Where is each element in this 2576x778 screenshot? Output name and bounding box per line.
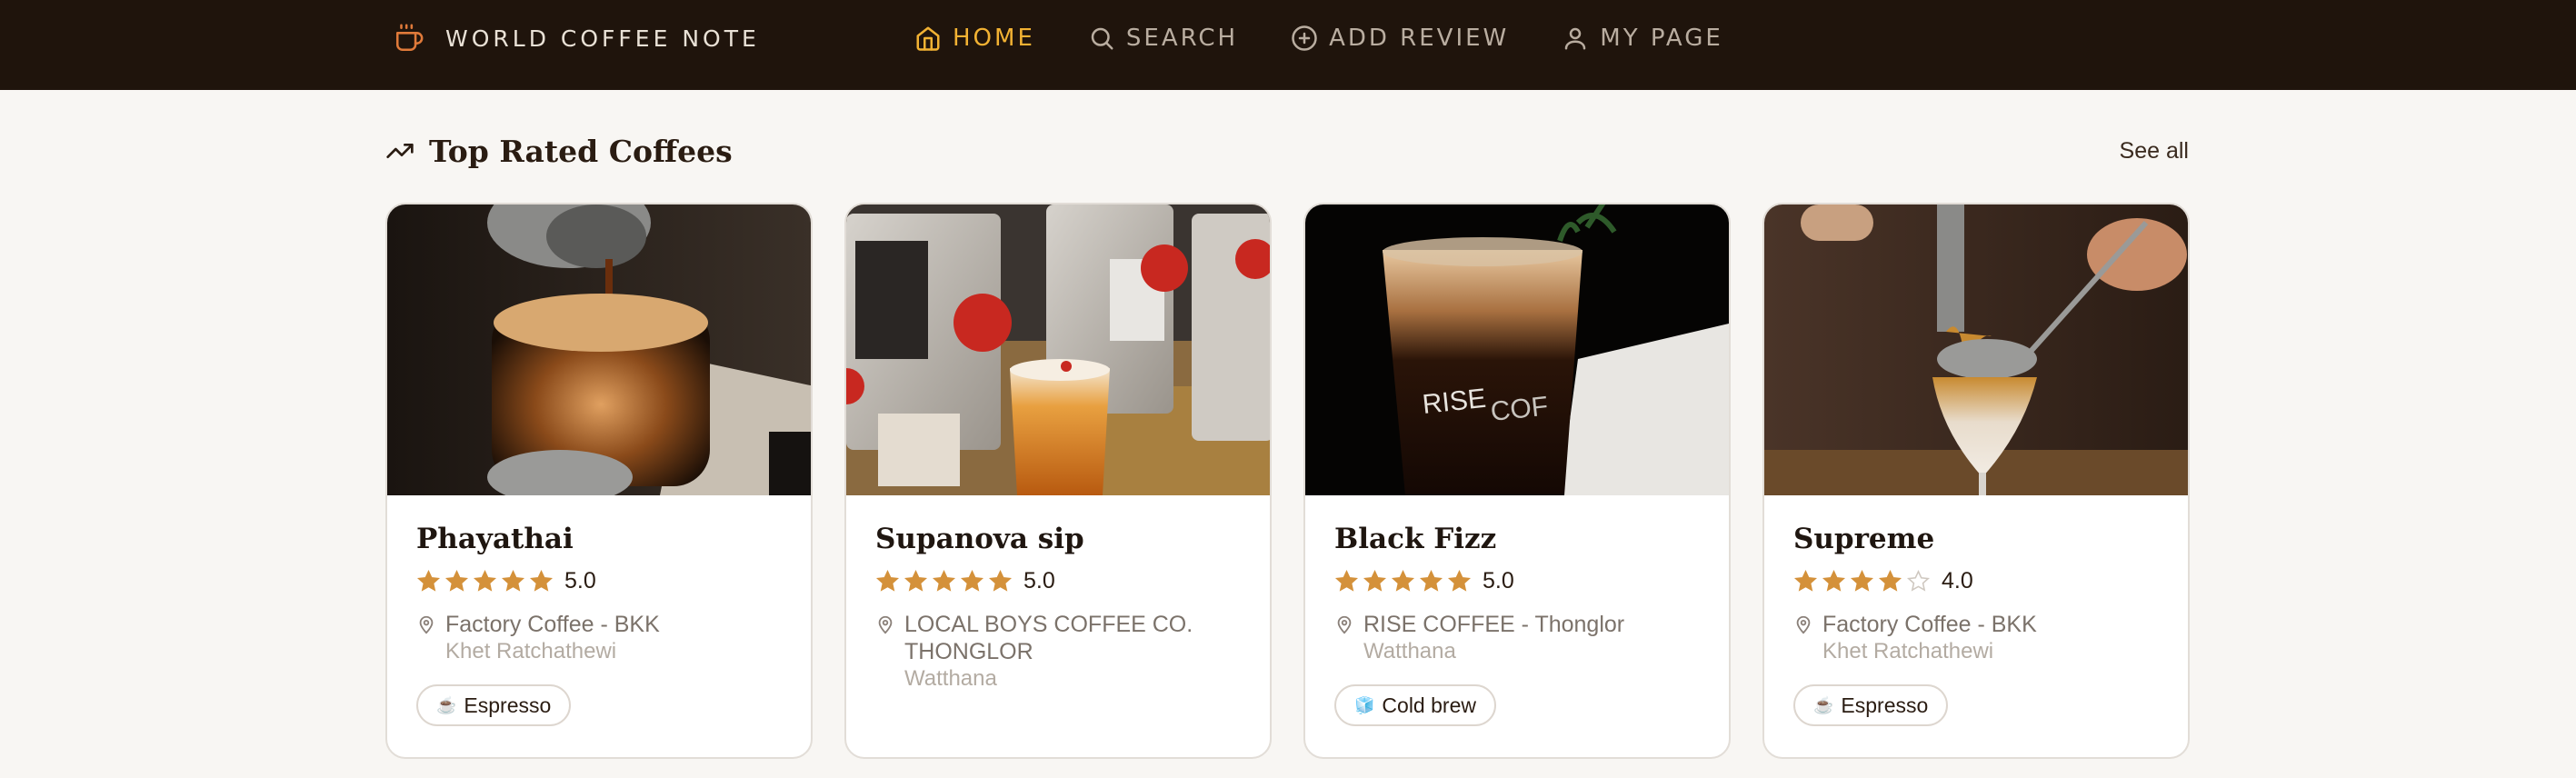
- plus-circle-icon: [1292, 25, 1317, 51]
- nav-search-label: SEARCH: [1125, 25, 1239, 52]
- brew-tag[interactable]: 🧊 Cold brew: [1334, 684, 1496, 726]
- cafe-name: Factory Coffee - BKK: [1822, 612, 2037, 637]
- coffee-photo: [1764, 204, 2188, 495]
- star-filled-icon: [1334, 569, 1359, 592]
- search-icon: [1091, 27, 1113, 50]
- coffee-card[interactable]: Supreme 4.0 Factory Coffee - BKK Khet Ra…: [1762, 203, 2190, 759]
- brew-tag[interactable]: ☕ Espresso: [416, 684, 572, 726]
- brand[interactable]: WORLD COFFEE NOTE: [393, 20, 760, 56]
- coffee-tag-icon: ☕: [436, 695, 457, 714]
- brew-tag-label: Espresso: [464, 693, 552, 717]
- star-filled-icon: [960, 569, 984, 592]
- star-empty-icon: [1906, 569, 1931, 592]
- map-pin-icon: [878, 615, 893, 634]
- user-icon: [1565, 27, 1586, 50]
- trending-up-icon: [386, 144, 414, 158]
- cafe-area: Watthana: [1363, 639, 1456, 663]
- coffee-card[interactable]: RISE COF Black Fizz 5.0 RISE COFFEE - Th…: [1303, 203, 1731, 759]
- brew-tag-label: Cold brew: [1382, 693, 1476, 717]
- location: LOCAL BOYS COFFEE CO. THONGLOR Watthana: [875, 611, 1241, 693]
- cafe-name: LOCAL BOYS COFFEE CO. THONGLOR: [904, 612, 1193, 664]
- nav-my-page[interactable]: MY PAGE: [1562, 25, 1723, 52]
- nav-home[interactable]: HOME: [914, 25, 1035, 52]
- coffee-name: Black Fizz: [1334, 523, 1497, 555]
- coffee-photo: RISE COF: [1305, 204, 1729, 495]
- star-filled-icon: [1793, 569, 1818, 592]
- coffee-photo: [846, 204, 1270, 495]
- map-pin-icon: [419, 615, 434, 634]
- star-filled-icon: [988, 569, 1013, 592]
- nav-add-review-label: ADD REVIEW: [1329, 25, 1510, 52]
- star-filled-icon: [1850, 569, 1874, 592]
- nav-add-review[interactable]: ADD REVIEW: [1291, 25, 1509, 52]
- cafe-name: Factory Coffee - BKK: [445, 612, 660, 637]
- star-filled-icon: [529, 569, 554, 592]
- cafe-area: Khet Ratchathewi: [1822, 639, 1994, 663]
- location: Factory Coffee - BKK Khet Ratchathewi: [1793, 611, 2159, 665]
- rating-value: 5.0: [564, 568, 596, 593]
- nav-home-label: HOME: [953, 25, 1035, 52]
- coffee-cup-icon: [393, 22, 425, 55]
- star-rating: 5.0: [875, 568, 1241, 594]
- star-filled-icon: [1391, 569, 1415, 592]
- cafe-name: RISE COFFEE - Thonglor: [1363, 612, 1625, 637]
- coffee-name: Phayathai: [416, 523, 574, 555]
- brew-tag-label: Espresso: [1841, 693, 1929, 717]
- map-pin-icon: [1337, 615, 1352, 634]
- star-filled-icon: [444, 569, 469, 592]
- star-filled-icon: [501, 569, 525, 592]
- nav-links: HOME SEARCH ADD REVIEW MY PAGE: [914, 20, 1723, 56]
- star-rating: 4.0: [1793, 568, 2159, 594]
- location: RISE COFFEE - Thonglor Watthana: [1334, 611, 1700, 665]
- star-filled-icon: [416, 569, 441, 592]
- star-filled-icon: [1822, 569, 1846, 592]
- star-rating: 5.0: [416, 568, 782, 594]
- coffee-card[interactable]: Phayathai 5.0 Factory Coffee - BKK Khet …: [385, 203, 813, 759]
- star-filled-icon: [932, 569, 956, 592]
- coffee-name: Supreme: [1793, 523, 1935, 555]
- coffee-cards: Phayathai 5.0 Factory Coffee - BKK Khet …: [385, 203, 2190, 759]
- star-filled-icon: [473, 569, 497, 592]
- brew-tag[interactable]: ☕ Espresso: [1793, 684, 1949, 726]
- location: Factory Coffee - BKK Khet Ratchathewi: [416, 611, 782, 665]
- rating-value: 5.0: [1023, 568, 1055, 593]
- cafe-area: Watthana: [904, 666, 997, 691]
- star-filled-icon: [1419, 569, 1443, 592]
- star-filled-icon: [875, 569, 900, 592]
- map-pin-icon: [1796, 615, 1811, 634]
- star-filled-icon: [1447, 569, 1472, 592]
- section-header: Top Rated Coffees See all: [385, 127, 2189, 175]
- rating-value: 4.0: [1942, 568, 1973, 593]
- nav-my-page-label: MY PAGE: [1600, 25, 1723, 52]
- svg-text:COF: COF: [1489, 392, 1549, 427]
- star-filled-icon: [1878, 569, 1902, 592]
- rating-value: 5.0: [1483, 568, 1514, 593]
- see-all-link[interactable]: See all: [2120, 138, 2189, 165]
- star-rating: 5.0: [1334, 568, 1700, 594]
- coffee-name: Supanova sip: [875, 523, 1084, 555]
- nav-search[interactable]: SEARCH: [1088, 25, 1238, 52]
- brand-name: WORLD COFFEE NOTE: [445, 25, 760, 52]
- coffee-photo: [387, 204, 811, 495]
- cafe-area: Khet Ratchathewi: [445, 639, 617, 663]
- home-icon: [916, 26, 940, 51]
- ice-tag-icon: 🧊: [1354, 695, 1375, 714]
- top-nav: WORLD COFFEE NOTE HOME SEARCH ADD REVIEW…: [0, 0, 2576, 90]
- coffee-card[interactable]: Supanova sip 5.0 LOCAL BOYS COFFEE CO. T…: [844, 203, 1272, 759]
- star-filled-icon: [1363, 569, 1387, 592]
- coffee-tag-icon: ☕: [1813, 695, 1834, 714]
- star-filled-icon: [904, 569, 928, 592]
- section-title-group: Top Rated Coffees: [385, 134, 733, 169]
- section-title: Top Rated Coffees: [429, 133, 733, 169]
